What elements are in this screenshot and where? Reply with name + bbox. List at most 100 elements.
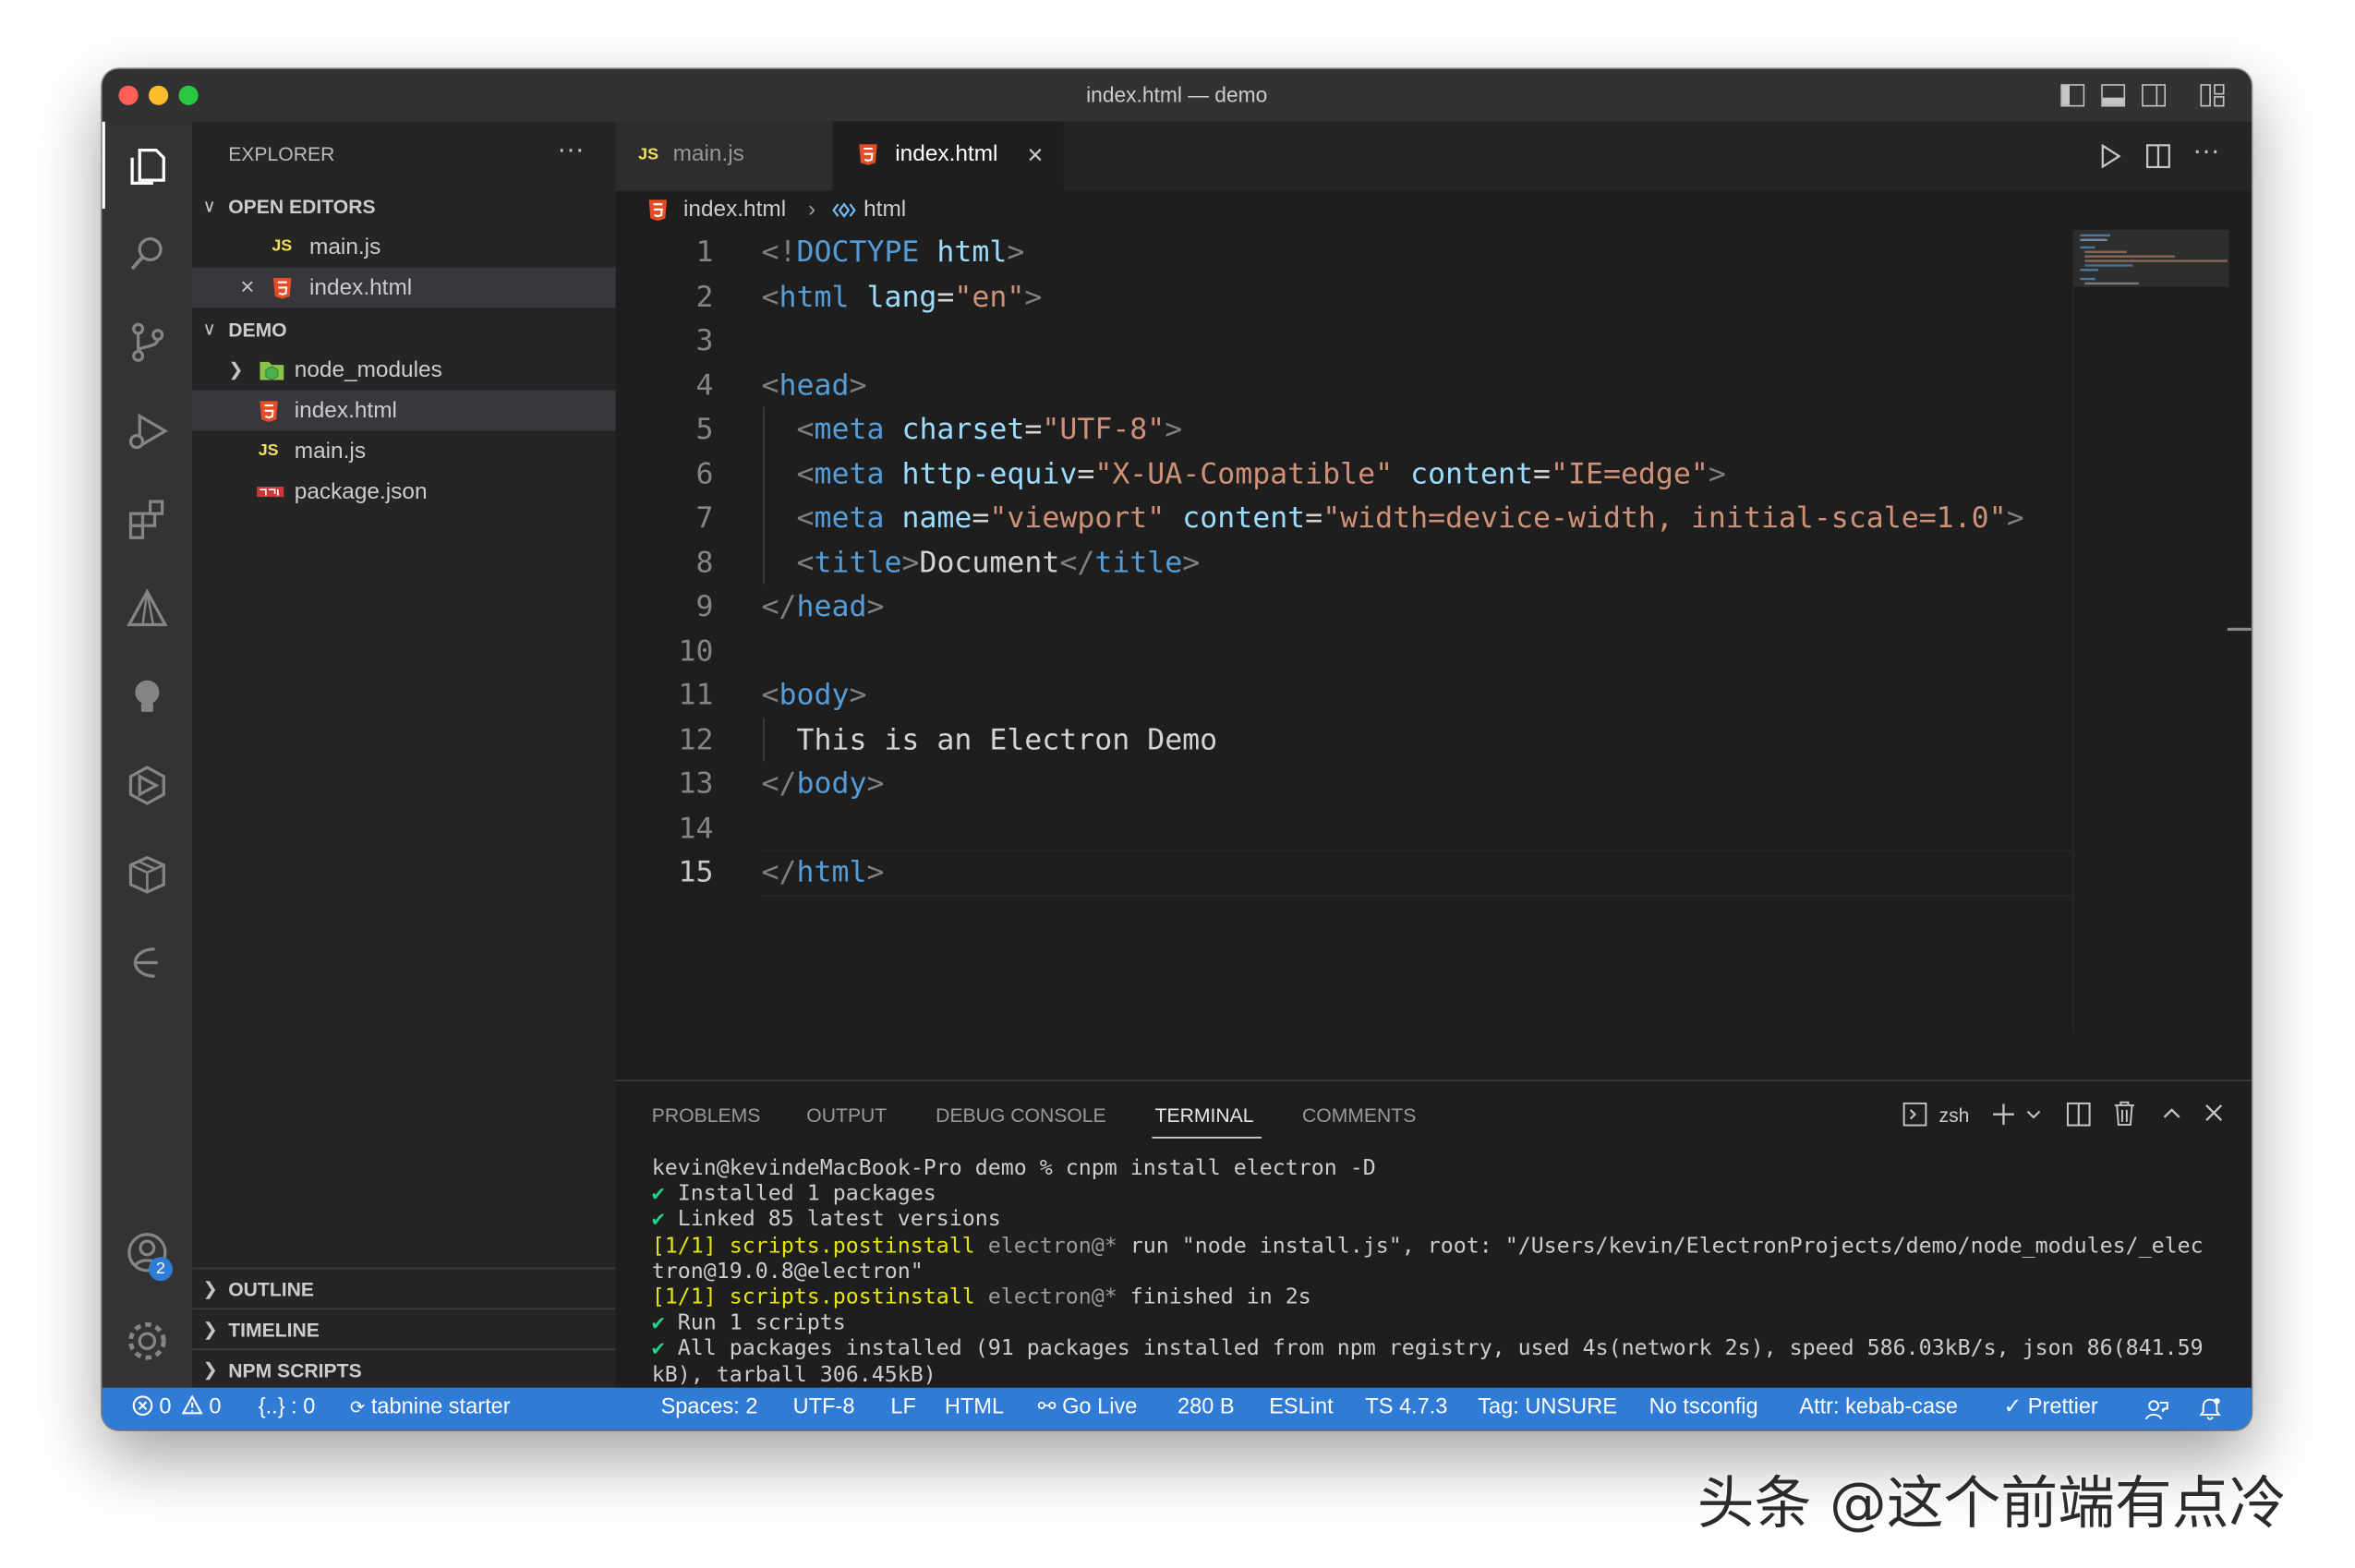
open-editor-main-js[interactable]: JS main.js <box>192 227 616 268</box>
split-terminal-icon[interactable] <box>2066 1102 2091 1127</box>
editor-more-actions-icon[interactable]: ··· <box>2192 135 2219 166</box>
chevron-right-icon: ❯ <box>228 358 244 380</box>
code-line: <head> <box>762 363 867 406</box>
tab-problems[interactable]: PROBLEMS <box>652 1104 760 1126</box>
tab-main-js[interactable]: JS main.js <box>615 121 834 191</box>
package-icon[interactable] <box>122 849 173 899</box>
chevron-right-icon: ❯ <box>202 1277 218 1299</box>
open-editor-index-html[interactable]: × index.html <box>192 267 616 308</box>
explorer-more-actions[interactable]: ··· <box>557 134 584 165</box>
close-panel-icon[interactable] <box>2204 1104 2223 1122</box>
indentation-status[interactable]: Spaces: 2 <box>661 1395 758 1419</box>
notifications-bell-icon[interactable] <box>2199 1396 2221 1420</box>
code-token: = <box>1532 455 1552 490</box>
eol-status[interactable]: LF <box>890 1395 916 1419</box>
outline-section[interactable]: ❯ OUTLINE <box>192 1267 616 1310</box>
code-token: "en" <box>954 278 1025 314</box>
docker-icon[interactable] <box>122 760 173 811</box>
code-line: </html> <box>762 850 885 893</box>
npm-scripts-section[interactable]: ❯ NPM SCRIPTS <box>192 1348 616 1391</box>
source-control-icon[interactable] <box>122 317 173 368</box>
terminal-segment: Run 1 scripts <box>664 1311 846 1336</box>
line-number: 14 <box>678 810 714 845</box>
file-size-status[interactable]: 280 B <box>1178 1395 1235 1419</box>
accounts-badge: 2 <box>149 1257 174 1282</box>
trash-icon[interactable] <box>2113 1101 2135 1127</box>
customize-layout-icon[interactable] <box>2200 84 2225 107</box>
minimap[interactable] <box>2072 229 2229 1033</box>
code-token: = <box>1024 411 1043 447</box>
settings-gear-icon[interactable] <box>122 1316 173 1367</box>
code-token: </ <box>761 854 797 889</box>
run-debug-icon[interactable] <box>122 405 173 456</box>
tree-item-label: package.json <box>294 478 428 505</box>
braces-status[interactable]: {..} : 0 <box>259 1395 316 1419</box>
code-token: > <box>1708 455 1726 490</box>
prettier-status[interactable]: ✓ Prettier <box>2003 1395 2097 1419</box>
terminal-segment: finished in 2s <box>1117 1285 1311 1310</box>
attr-case-status[interactable]: Attr: kebab-case <box>1799 1395 1958 1419</box>
encoding-status[interactable]: UTF-8 <box>793 1395 855 1419</box>
feedback-icon[interactable] <box>2144 1398 2168 1420</box>
breadcrumb-symbol[interactable]: html <box>864 191 906 230</box>
maximize-panel-icon[interactable] <box>2163 1107 2181 1119</box>
terminal-segment: ✔ <box>651 1311 665 1336</box>
tab-output[interactable]: OUTPUT <box>806 1104 887 1126</box>
code-token: http-equiv <box>884 455 1078 490</box>
breadcrumb-file[interactable]: index.html <box>683 191 786 230</box>
terminal-segment: electron@* <box>974 1285 1117 1310</box>
tabnine-bulb-icon[interactable] <box>122 671 173 722</box>
tree-item-node-modules[interactable]: ❯ node_modules <box>192 350 616 391</box>
terminal-shell-name[interactable]: zsh <box>1939 1104 1970 1126</box>
tree-item-package-json[interactable]: package.json <box>192 472 616 513</box>
remote-explorer-icon[interactable] <box>122 583 173 633</box>
tab-index-html[interactable]: index.html × <box>833 121 1064 191</box>
tree-item-index-html[interactable]: index.html <box>192 390 616 431</box>
tabnine-status[interactable]: ⟳ tabnine starter <box>350 1395 511 1419</box>
run-icon[interactable] <box>2100 144 2121 169</box>
tree-item-main-js[interactable]: JS main.js <box>192 431 616 472</box>
go-live-status[interactable]: ⚯ Go Live <box>1038 1395 1138 1419</box>
chevron-right-icon: ❯ <box>202 1358 218 1381</box>
tab-debug-console[interactable]: DEBUG CONSOLE <box>936 1104 1105 1126</box>
code-token: </ <box>761 588 797 623</box>
toggle-secondary-sidebar-icon[interactable] <box>2142 84 2167 107</box>
typescript-version-status[interactable]: TS 4.7.3 <box>1365 1395 1447 1419</box>
chevron-down-icon[interactable] <box>2026 1110 2041 1120</box>
minimap-slider[interactable] <box>2073 229 2229 287</box>
title-bar: index.html — demo <box>102 68 2252 122</box>
close-tab-icon[interactable]: × <box>1027 122 1043 188</box>
toggle-panel-icon[interactable] <box>2101 84 2126 107</box>
code-line: This is an Electron Demo <box>762 718 1217 761</box>
demo-folder-header[interactable]: ∨ DEMO <box>192 309 616 350</box>
language-status[interactable]: HTML <box>945 1395 1004 1419</box>
terminal-line: kB), tarball 306.45kB) <box>652 1363 936 1389</box>
timeline-section[interactable]: ❯ TIMELINE <box>192 1308 616 1350</box>
close-editor-icon[interactable]: × <box>240 267 254 308</box>
tab-comments[interactable]: COMMENTS <box>1302 1104 1416 1126</box>
line-number: 5 <box>695 411 714 447</box>
code-token: > <box>1182 544 1201 579</box>
tsconfig-status[interactable]: No tsconfig <box>1649 1395 1758 1419</box>
search-icon[interactable] <box>122 228 173 279</box>
toggle-sidebar-icon[interactable] <box>2060 84 2085 107</box>
extensions-icon[interactable] <box>122 494 173 545</box>
indent-guide <box>763 717 765 762</box>
terminal-segment: [1/1] scripts.postinstall <box>651 1285 975 1310</box>
tag-case-status[interactable]: Tag: UNSURE <box>1478 1395 1617 1419</box>
terminal-segment: Installed 1 packages <box>664 1182 936 1207</box>
explorer-icon[interactable] <box>122 139 173 190</box>
eslint-status[interactable]: ESLint <box>1269 1395 1333 1419</box>
code-token: DOCTYPE <box>796 234 920 270</box>
code-token: = <box>1305 500 1323 535</box>
tab-terminal[interactable]: TERMINAL <box>1155 1104 1254 1126</box>
problems-status[interactable]: 0 0 <box>132 1394 221 1419</box>
split-editor-icon[interactable] <box>2145 144 2170 169</box>
new-terminal-icon[interactable] <box>1991 1103 2015 1127</box>
gitlens-icon[interactable] <box>122 937 173 988</box>
code-line: </body> <box>762 762 885 805</box>
symbol-element-icon <box>832 202 856 218</box>
open-editors-header[interactable]: ∨ OPEN EDITORS <box>192 187 616 227</box>
code-editor[interactable]: 1 <!DOCTYPE html> 2 <html lang="en"> 3 4 <head… <box>616 230 2072 1026</box>
